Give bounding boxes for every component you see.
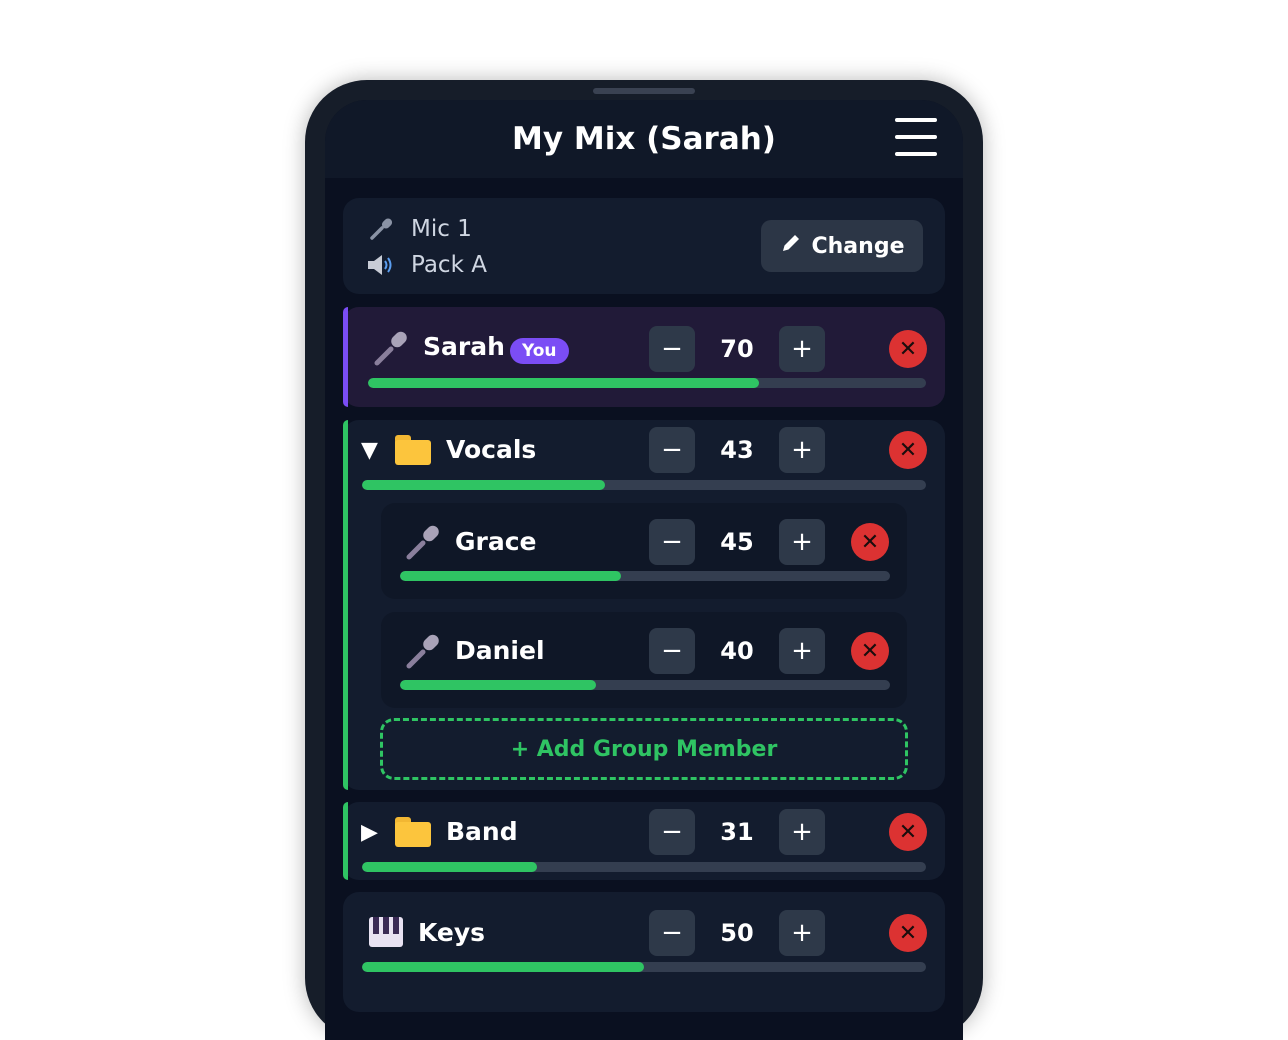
channel-accent-strip	[343, 307, 348, 407]
increase-button[interactable]: +	[779, 427, 825, 473]
member-name: Grace	[455, 527, 537, 556]
group-vocals: ▼ Vocals − 43 + ✕ Grace − 45 + ✕ Daniel …	[343, 420, 945, 790]
increase-button[interactable]: +	[779, 628, 825, 674]
change-label: Change	[811, 233, 905, 259]
expand-caret[interactable]: ▶	[361, 818, 378, 848]
remove-button[interactable]: ✕	[889, 431, 927, 469]
decrease-button[interactable]: −	[649, 326, 695, 372]
pencil-icon	[780, 232, 802, 260]
decrease-button[interactable]: −	[649, 427, 695, 473]
remove-button[interactable]: ✕	[889, 330, 927, 368]
channel-sarah: Sarah You − 70 + ✕	[343, 307, 945, 407]
channel-name: Keys	[418, 918, 486, 947]
level-fill	[362, 862, 537, 872]
remove-button[interactable]: ✕	[851, 523, 889, 561]
level-value: 50	[720, 919, 754, 947]
hamburger-menu-icon[interactable]	[893, 118, 939, 160]
phone-frame: My Mix (Sarah) Mic 1 Pack A Change Sarah…	[305, 80, 983, 1040]
level-slider[interactable]	[362, 962, 926, 972]
level-value: 40	[720, 637, 754, 665]
level-fill	[362, 962, 644, 972]
folder-icon	[395, 817, 431, 847]
remove-button[interactable]: ✕	[889, 813, 927, 851]
member-name: Daniel	[455, 636, 545, 665]
microphone-icon	[374, 331, 407, 366]
level-value: 43	[720, 436, 754, 464]
channel-keys: Keys − 50 + ✕	[343, 892, 945, 1012]
level-fill	[400, 680, 596, 690]
level-slider[interactable]	[368, 378, 926, 388]
level-value: 31	[720, 818, 754, 846]
microphone-icon	[367, 215, 395, 243]
group-name: Band	[446, 817, 518, 846]
group-name: Vocals	[446, 435, 537, 464]
add-group-member-button[interactable]: + Add Group Member	[380, 718, 908, 780]
change-source-button[interactable]: Change	[761, 220, 923, 272]
microphone-icon	[406, 634, 439, 669]
level-slider[interactable]	[400, 571, 890, 581]
increase-button[interactable]: +	[779, 326, 825, 372]
level-slider[interactable]	[362, 862, 926, 872]
remove-button[interactable]: ✕	[889, 914, 927, 952]
decrease-button[interactable]: −	[649, 809, 695, 855]
decrease-button[interactable]: −	[649, 628, 695, 674]
mic-source-row: Mic 1	[367, 214, 472, 244]
group-accent-strip	[343, 802, 348, 880]
mic-label: Mic 1	[411, 216, 472, 242]
increase-button[interactable]: +	[779, 910, 825, 956]
channel-name: Sarah	[423, 332, 505, 361]
speaker-icon	[367, 251, 395, 279]
group-accent-strip	[343, 420, 348, 790]
piano-keys-icon	[369, 917, 403, 947]
increase-button[interactable]: +	[779, 809, 825, 855]
level-value: 45	[720, 528, 754, 556]
increase-button[interactable]: +	[779, 519, 825, 565]
app-header: My Mix (Sarah)	[325, 100, 963, 178]
level-fill	[368, 378, 759, 388]
you-badge: You	[510, 338, 569, 364]
input-source-card: Mic 1 Pack A Change	[343, 198, 945, 294]
microphone-icon	[406, 525, 439, 560]
folder-icon	[395, 435, 431, 465]
phone-notch	[593, 88, 695, 94]
level-fill	[362, 480, 605, 490]
level-fill	[400, 571, 621, 581]
pack-source-row: Pack A	[367, 250, 487, 280]
collapse-caret[interactable]: ▼	[361, 436, 378, 466]
app-screen: My Mix (Sarah) Mic 1 Pack A Change Sarah…	[325, 100, 963, 1040]
group-member-grace: Grace − 45 + ✕	[381, 503, 907, 599]
decrease-button[interactable]: −	[649, 910, 695, 956]
group-member-daniel: Daniel − 40 + ✕	[381, 612, 907, 708]
decrease-button[interactable]: −	[649, 519, 695, 565]
pack-label: Pack A	[411, 252, 487, 278]
level-slider[interactable]	[362, 480, 926, 490]
level-value: 70	[720, 335, 754, 363]
level-slider[interactable]	[400, 680, 890, 690]
group-band: ▶ Band − 31 + ✕	[343, 802, 945, 880]
page-title: My Mix (Sarah)	[512, 121, 776, 157]
remove-button[interactable]: ✕	[851, 632, 889, 670]
